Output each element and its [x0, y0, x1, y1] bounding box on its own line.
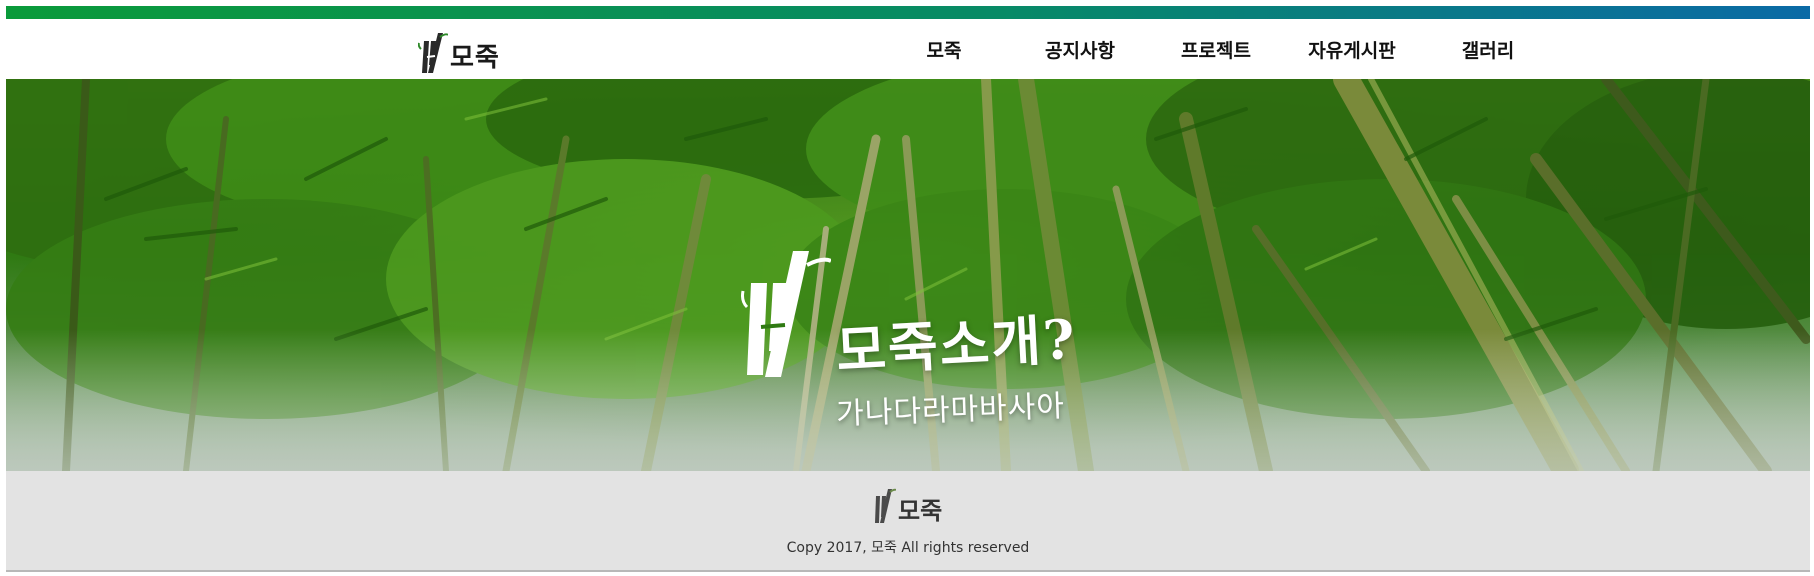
hero-subtitle: 가나다라마바사아 [835, 389, 1066, 432]
hero-title: 모죽소개? [834, 306, 1079, 384]
bamboo-logo-icon [741, 251, 831, 377]
site-footer: 모죽 Copy 2017, 모죽 All rights reserved [6, 471, 1810, 572]
header-logo[interactable]: 모죽 [418, 25, 500, 75]
copyright-text: Copy 2017, 모죽 All rights reserved [786, 540, 1030, 556]
footer-logo-text: 모죽 [898, 496, 943, 525]
nav-item-notices[interactable]: 공지사항 [1012, 36, 1148, 63]
nav-item-free-board[interactable]: 자유게시판 [1284, 36, 1420, 63]
bamboo-logo-icon [418, 33, 448, 73]
header-logo-text: 모죽 [450, 43, 500, 73]
nav-item-mojuk[interactable]: 모죽 [876, 36, 1012, 63]
top-accent-stripe [6, 6, 1810, 19]
bamboo-logo-icon [875, 488, 896, 523]
nav-item-projects[interactable]: 프로젝트 [1148, 36, 1284, 63]
footer-logo: 모죽 [872, 487, 942, 525]
hero-title-group: 모죽소개? 가나다라마바사아 [741, 239, 1161, 439]
main-nav: 모죽 공지사항 프로젝트 자유게시판 갤러리 [876, 19, 1556, 79]
page: 모죽 모죽 공지사항 프로젝트 자유게시판 갤러리 모죽소개? 가나다라마바사아… [0, 0, 1814, 576]
hero-banner: 모죽소개? 가나다라마바사아 [6, 79, 1810, 471]
nav-item-gallery[interactable]: 갤러리 [1420, 36, 1556, 63]
site-header: 모죽 모죽 공지사항 프로젝트 자유게시판 갤러리 [6, 19, 1810, 79]
